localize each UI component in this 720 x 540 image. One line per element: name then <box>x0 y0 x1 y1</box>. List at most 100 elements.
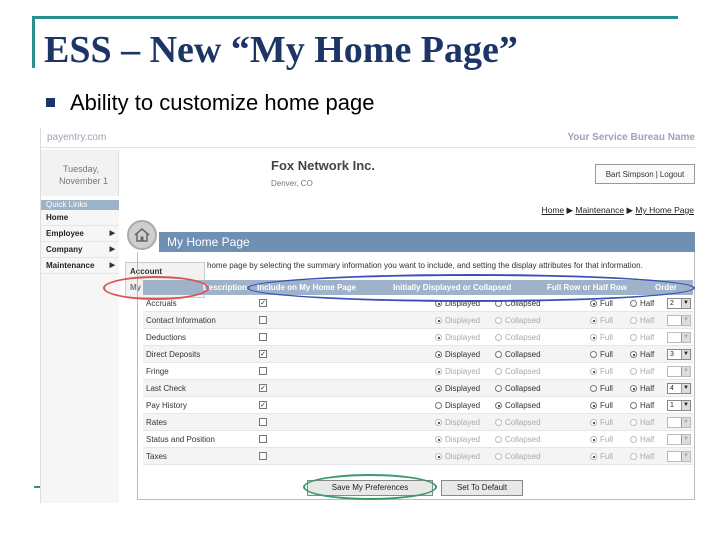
full-radio[interactable] <box>590 300 597 307</box>
sidebar-item-employee[interactable]: Employee ▶ <box>41 226 119 242</box>
displayed-label: Displayed <box>445 452 481 461</box>
displayed-radio[interactable] <box>435 351 442 358</box>
displayed-radio[interactable] <box>435 334 442 341</box>
order-select[interactable]: 4 ▼ <box>667 383 691 394</box>
full-label: Full <box>600 418 613 427</box>
half-radio[interactable] <box>630 351 637 358</box>
half-radio[interactable] <box>630 419 637 426</box>
chevron-right-icon: ▶ <box>109 246 115 253</box>
order-select[interactable]: ▼ <box>667 417 691 428</box>
row-description: Deductions <box>146 333 187 342</box>
full-label: Full <box>600 333 613 342</box>
full-radio[interactable] <box>590 436 597 443</box>
breadcrumb-current[interactable]: My Home Page <box>635 205 694 215</box>
full-radio[interactable] <box>590 419 597 426</box>
order-select[interactable]: ▼ <box>667 434 691 445</box>
collapsed-radio[interactable] <box>495 453 502 460</box>
half-label: Half <box>640 367 655 376</box>
include-checkbox[interactable]: ✓ <box>259 299 267 307</box>
half-radio[interactable] <box>630 436 637 443</box>
full-label: Full <box>600 435 613 444</box>
sidebar: Quick Links Home Employee ▶ Company ▶ Ma… <box>41 200 119 503</box>
include-checkbox[interactable]: ✓ <box>259 384 267 392</box>
half-label: Half <box>640 333 655 342</box>
half-label: Half <box>640 316 655 325</box>
half-radio[interactable] <box>630 317 637 324</box>
include-checkbox[interactable]: ✓ <box>259 401 267 409</box>
collapsed-radio[interactable] <box>495 317 502 324</box>
set-default-button[interactable]: Set To Default <box>441 480 523 496</box>
collapsed-label: Collapsed <box>505 452 541 461</box>
order-select[interactable]: 1 ▼ <box>667 400 691 411</box>
include-checkbox[interactable] <box>259 452 267 460</box>
chevron-down-icon: ▼ <box>681 299 690 308</box>
collapsed-label: Collapsed <box>505 367 541 376</box>
collapsed-label: Collapsed <box>505 384 541 393</box>
order-value: 4 <box>670 385 674 392</box>
chevron-down-icon: ▼ <box>681 384 690 393</box>
displayed-radio[interactable] <box>435 368 442 375</box>
order-select[interactable]: ▼ <box>667 366 691 377</box>
top-bar: payentry.com Your Service Bureau Name <box>41 128 696 148</box>
collapsed-radio[interactable] <box>495 402 502 409</box>
include-checkbox[interactable] <box>259 333 267 341</box>
logo: payentry.com <box>47 132 107 143</box>
sidebar-item-company[interactable]: Company ▶ <box>41 242 119 258</box>
collapsed-radio[interactable] <box>495 351 502 358</box>
order-value: 1 <box>670 402 674 409</box>
full-radio[interactable] <box>590 334 597 341</box>
collapsed-radio[interactable] <box>495 436 502 443</box>
sidebar-item-label: Employee <box>46 229 84 238</box>
frame-top-line <box>34 16 678 19</box>
full-radio[interactable] <box>590 351 597 358</box>
displayed-radio[interactable] <box>435 419 442 426</box>
full-radio[interactable] <box>590 402 597 409</box>
logout-link[interactable]: Logout <box>660 170 684 179</box>
full-radio[interactable] <box>590 453 597 460</box>
table-row: Status and Position Displayed Collapsed Ful… <box>143 431 693 448</box>
collapsed-radio[interactable] <box>495 419 502 426</box>
half-label: Half <box>640 452 655 461</box>
displayed-label: Displayed <box>445 435 481 444</box>
displayed-radio[interactable] <box>435 453 442 460</box>
order-select[interactable]: ▼ <box>667 451 691 462</box>
full-label: Full <box>600 367 613 376</box>
displayed-radio[interactable] <box>435 402 442 409</box>
include-checkbox[interactable] <box>259 435 267 443</box>
include-checkbox[interactable] <box>259 367 267 375</box>
breadcrumb-home[interactable]: Home <box>541 205 564 215</box>
half-radio[interactable] <box>630 385 637 392</box>
full-label: Full <box>600 316 613 325</box>
include-checkbox[interactable] <box>259 418 267 426</box>
order-select[interactable]: 2 ▼ <box>667 298 691 309</box>
chevron-down-icon: ▼ <box>681 350 690 359</box>
half-radio[interactable] <box>630 368 637 375</box>
order-select[interactable]: ▼ <box>667 332 691 343</box>
half-radio[interactable] <box>630 402 637 409</box>
displayed-radio[interactable] <box>435 436 442 443</box>
half-radio[interactable] <box>630 334 637 341</box>
sidebar-item-maintenance[interactable]: Maintenance ▶ <box>41 258 119 274</box>
collapsed-radio[interactable] <box>495 334 502 341</box>
collapsed-radio[interactable] <box>495 385 502 392</box>
displayed-radio[interactable] <box>435 385 442 392</box>
collapsed-label: Collapsed <box>505 418 541 427</box>
displayed-label: Displayed <box>445 316 481 325</box>
user-name[interactable]: Bart Simpson <box>606 170 654 179</box>
include-checkbox[interactable]: ✓ <box>259 350 267 358</box>
half-radio[interactable] <box>630 300 637 307</box>
table-row: Pay History ✓ Displayed Collapsed Full Half 1 ▼ <box>143 397 693 414</box>
full-radio[interactable] <box>590 368 597 375</box>
breadcrumb-maintenance[interactable]: Maintenance <box>575 205 624 215</box>
app-screenshot: payentry.com Your Service Bureau Name Tu… <box>40 128 696 503</box>
order-select[interactable]: 3 ▼ <box>667 349 691 360</box>
sidebar-item-home[interactable]: Home <box>41 210 119 226</box>
full-radio[interactable] <box>590 385 597 392</box>
half-radio[interactable] <box>630 453 637 460</box>
full-radio[interactable] <box>590 317 597 324</box>
collapsed-radio[interactable] <box>495 368 502 375</box>
displayed-radio[interactable] <box>435 317 442 324</box>
include-checkbox[interactable] <box>259 316 267 324</box>
order-select[interactable]: ▼ <box>667 315 691 326</box>
panel-title: My Home Page <box>159 232 695 252</box>
